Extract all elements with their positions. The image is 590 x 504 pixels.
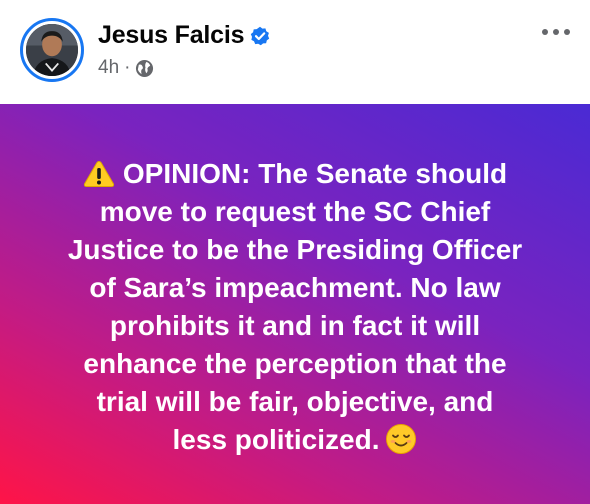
warning-icon [83, 160, 114, 187]
post-text-line: prohibits it and in fact it will [109, 310, 481, 341]
relieved-face-icon [386, 424, 417, 454]
more-options-icon [542, 29, 548, 35]
more-options-icon [553, 29, 559, 35]
verified-badge-icon [251, 26, 270, 46]
post-text-line: less politicized. [172, 424, 380, 455]
post-meta: 4h · [98, 56, 154, 80]
post-text-line: Justice to be the Presiding Officer [67, 234, 523, 265]
author-row: Jesus Falcis [98, 19, 270, 51]
post-background: OPINION: The Senate should move to reque… [0, 104, 590, 504]
post-text-line: OPINION: The Senate should [122, 158, 508, 189]
more-options-button[interactable] [536, 20, 576, 44]
post-text-line: trial will be fair, objective, and [96, 386, 494, 417]
meta-separator: · [124, 57, 131, 78]
globe-icon[interactable] [135, 59, 154, 78]
post-text-line: of Sara’s impeachment. No law [89, 272, 501, 303]
post-text-line: enhance the perception that the [83, 348, 507, 379]
avatar[interactable] [20, 18, 84, 82]
post-text-line: move to request the SC Chief [99, 196, 491, 227]
author-name[interactable]: Jesus Falcis [98, 21, 245, 50]
post-text: OPINION: The Senate should move to reque… [35, 155, 555, 459]
more-options-icon [564, 29, 570, 35]
post-header: Jesus Falcis 4h · [0, 0, 590, 104]
post-timestamp[interactable]: 4h [98, 57, 119, 79]
profile-photo-icon [26, 24, 78, 76]
